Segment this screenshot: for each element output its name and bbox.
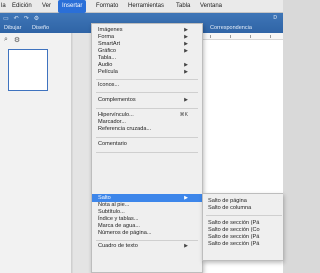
menu-item-nota-al-pie[interactable]: Nota al pie... bbox=[92, 202, 202, 209]
chevron-right-icon: ▶ bbox=[184, 97, 188, 103]
menu-item-audio[interactable]: Audio ▶ bbox=[92, 62, 202, 69]
menu-separator bbox=[96, 79, 198, 80]
tab-correspondencia[interactable]: Correspondencia bbox=[210, 25, 252, 31]
menubar: la Edición Ver Insertar Formato Herramie… bbox=[0, 0, 283, 13]
search-icon[interactable]: ⌕ bbox=[4, 36, 8, 44]
menu-item-smartart[interactable]: SmartArt ▶ bbox=[92, 41, 202, 48]
redo-icon[interactable]: ↷ bbox=[24, 15, 29, 23]
menu-item-imagenes[interactable]: Imágenes ▶ bbox=[92, 27, 202, 34]
chevron-right-icon: ▶ bbox=[184, 243, 188, 249]
menu-item-marcador[interactable]: Marcador... bbox=[92, 119, 202, 126]
ruler-tick bbox=[270, 35, 271, 38]
menu-insertar[interactable]: Insertar bbox=[58, 0, 87, 13]
submenu-item-salto-seccion-par[interactable]: Salto de sección (Pá bbox=[203, 234, 283, 241]
sidebar-toggle-icon[interactable]: ▭ bbox=[3, 15, 9, 23]
menu-separator bbox=[96, 92, 198, 93]
menu-item-indice-y-tablas[interactable]: Índice y tablas... bbox=[92, 216, 202, 223]
menu-item-forma[interactable]: Forma ▶ bbox=[92, 34, 202, 41]
chevron-right-icon: ▶ bbox=[184, 69, 188, 75]
submenu-item-salto-de-columna[interactable]: Salto de columna bbox=[203, 205, 283, 212]
page-thumbnail[interactable] bbox=[8, 49, 48, 91]
menu-item-iconos[interactable]: Iconos... bbox=[92, 82, 202, 89]
undo-icon[interactable]: ↶ bbox=[14, 15, 19, 23]
menu-item-marca-de-agua[interactable]: Marca de agua... bbox=[92, 223, 202, 230]
menu-item-grafico[interactable]: Gráfico ▶ bbox=[92, 48, 202, 55]
ruler-tick bbox=[210, 35, 211, 38]
chevron-right-icon: ▶ bbox=[184, 34, 188, 40]
menu-item-referencia-cruzada[interactable]: Referencia cruzada... bbox=[92, 126, 202, 133]
menu-item-numeros-de-pagina[interactable]: Números de página... bbox=[92, 230, 202, 237]
submenu-item-salto-de-pagina[interactable]: Salto de página bbox=[203, 198, 283, 205]
tab-diseno[interactable]: Diseño bbox=[32, 25, 49, 31]
ruler-tick bbox=[230, 35, 231, 38]
menu-edicion[interactable]: Edición bbox=[12, 0, 32, 13]
menu-item-complementos[interactable]: Complementos ▶ bbox=[92, 97, 202, 104]
menu-separator bbox=[206, 215, 282, 216]
chevron-right-icon: ▶ bbox=[184, 62, 188, 68]
chevron-right-icon: ▶ bbox=[184, 195, 188, 201]
menu-item-salto[interactable]: Salto ▶ bbox=[92, 194, 202, 202]
submenu-item-salto-seccion-continua[interactable]: Salto de sección (Co bbox=[203, 227, 283, 234]
ribbon-corner-label: D bbox=[273, 15, 277, 21]
quick-access-toolbar: ▭ ↶ ↷ ⚙ bbox=[3, 15, 39, 23]
menu-item-tabla[interactable]: Tabla... bbox=[92, 55, 202, 62]
menu-item-pelicula[interactable]: Película ▶ bbox=[92, 69, 202, 76]
break-submenu: Salto de página Salto de columna Salto d… bbox=[202, 193, 283, 261]
shortcut-label: ⌘K bbox=[179, 112, 188, 118]
insert-menu: Imágenes ▶ Forma ▶ SmartArt ▶ Gráfico ▶ Tabl… bbox=[91, 23, 203, 273]
chevron-right-icon: ▶ bbox=[184, 48, 188, 54]
submenu-item-salto-seccion-impar[interactable]: Salto de sección (Pá bbox=[203, 241, 283, 248]
settings-icon[interactable]: ⚙ bbox=[14, 36, 20, 44]
menu-ventana[interactable]: Ventana bbox=[200, 0, 222, 13]
settings-icon[interactable]: ⚙ bbox=[34, 15, 39, 23]
menu-separator bbox=[96, 137, 198, 138]
menu-ver[interactable]: Ver bbox=[42, 0, 51, 13]
sidebar-tools: ⌕ ⚙ bbox=[4, 36, 20, 44]
menu-item-cuadro-de-texto[interactable]: Cuadro de texto ▶ bbox=[92, 243, 202, 250]
menu-item-comentario[interactable]: Comentario bbox=[92, 141, 202, 148]
submenu-item-salto-seccion-pagina[interactable]: Salto de sección (Pá bbox=[203, 220, 283, 227]
chevron-right-icon: ▶ bbox=[184, 41, 188, 47]
menu-archivo[interactable]: la bbox=[1, 0, 6, 13]
navigation-sidebar: ⌕ ⚙ bbox=[0, 33, 72, 273]
menu-herramientas[interactable]: Herramientas bbox=[128, 0, 164, 13]
menu-tabla[interactable]: Tabla bbox=[176, 0, 190, 13]
menu-item-hipervinculo[interactable]: Hipervínculo... ⌘K bbox=[92, 112, 202, 119]
menu-item-subtitulo[interactable]: Subtítulo... bbox=[92, 209, 202, 216]
chevron-right-icon: ▶ bbox=[184, 27, 188, 33]
ruler-tick bbox=[250, 35, 251, 38]
menu-separator bbox=[96, 240, 198, 241]
menu-separator bbox=[96, 108, 198, 109]
menu-formato[interactable]: Formato bbox=[96, 0, 118, 13]
tab-dibujar[interactable]: Dibujar bbox=[4, 25, 21, 31]
menu-separator bbox=[96, 152, 198, 153]
